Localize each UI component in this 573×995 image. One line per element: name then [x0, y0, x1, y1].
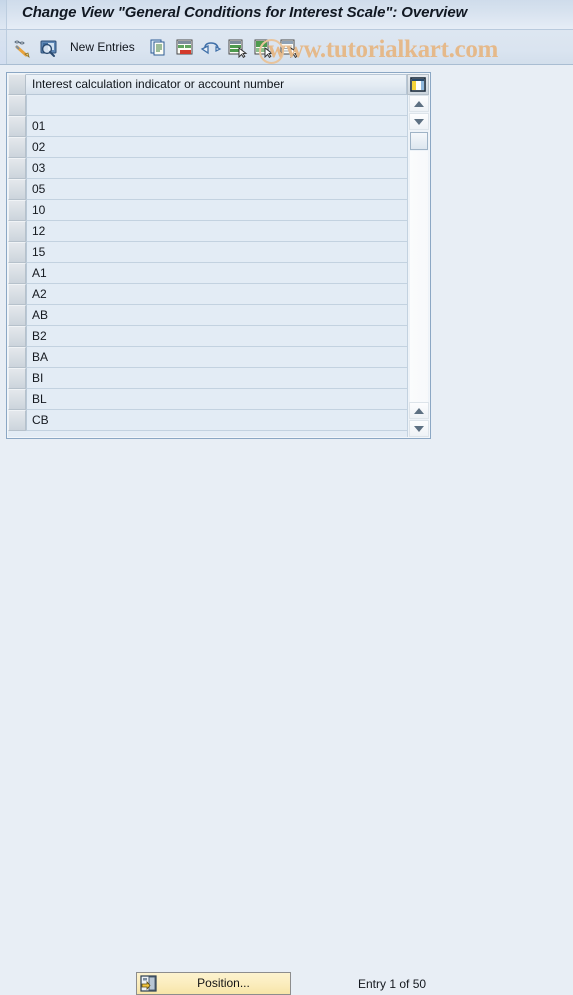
- select-block-icon[interactable]: [252, 37, 274, 59]
- table-row[interactable]: BI: [8, 368, 407, 389]
- interest-indicator-cell[interactable]: AB: [26, 305, 407, 326]
- position-button[interactable]: Position...: [136, 972, 291, 995]
- table-row[interactable]: 15: [8, 242, 407, 263]
- table-row[interactable]: 02: [8, 137, 407, 158]
- interest-indicator-cell[interactable]: 02: [26, 137, 407, 158]
- entry-status-text: Entry 1 of 50: [358, 977, 427, 991]
- interest-indicator-cell[interactable]: 10: [26, 200, 407, 221]
- footer-bar: Position... Entry 1 of 50: [0, 480, 573, 995]
- check-entries-icon[interactable]: [38, 37, 60, 58]
- scrollbar-thumb[interactable]: [410, 132, 428, 150]
- table-row[interactable]: A1: [8, 263, 407, 284]
- select-all-rows-button[interactable]: [8, 74, 26, 95]
- undo-icon[interactable]: [200, 37, 222, 58]
- row-select-button[interactable]: [8, 242, 26, 263]
- window-title-bar: Change View "General Conditions for Inte…: [0, 0, 573, 30]
- row-select-button[interactable]: [8, 389, 26, 410]
- row-select-button[interactable]: [8, 137, 26, 158]
- table-settings-icon[interactable]: [407, 74, 429, 95]
- row-select-button[interactable]: [8, 263, 26, 284]
- row-select-button[interactable]: [8, 221, 26, 242]
- copy-as-icon[interactable]: [148, 37, 170, 58]
- table-row[interactable]: B2: [8, 326, 407, 347]
- interest-indicator-cell[interactable]: BA: [26, 347, 407, 368]
- interest-indicator-cell[interactable]: CB: [26, 410, 407, 431]
- table-row[interactable]: 10: [8, 200, 407, 221]
- table-row[interactable]: 12: [8, 221, 407, 242]
- select-all-icon[interactable]: [226, 37, 248, 59]
- interest-indicator-cell[interactable]: B2: [26, 326, 407, 347]
- title-bar-left-edge: [0, 0, 7, 29]
- column-header-interest-indicator[interactable]: Interest calculation indicator or accoun…: [26, 74, 407, 95]
- interest-indicator-cell[interactable]: 01: [26, 116, 407, 137]
- row-select-button[interactable]: [8, 179, 26, 200]
- delete-icon[interactable]: [174, 37, 196, 58]
- row-select-button[interactable]: [8, 305, 26, 326]
- table-row[interactable]: [8, 95, 407, 116]
- table-row[interactable]: 03: [8, 158, 407, 179]
- row-select-button[interactable]: [8, 368, 26, 389]
- row-select-button[interactable]: [8, 284, 26, 305]
- row-select-button[interactable]: [8, 347, 26, 368]
- table-body: 01 02 03 05 10 12 15 A1 A2 AB B2 BA BI BL CB: [8, 95, 407, 431]
- deselect-all-icon[interactable]: [278, 37, 300, 59]
- display-change-icon[interactable]: [12, 37, 34, 58]
- interest-indicator-cell[interactable]: A1: [26, 263, 407, 284]
- table-row[interactable]: CB: [8, 410, 407, 431]
- row-select-button[interactable]: [8, 326, 26, 347]
- interest-indicator-cell[interactable]: 15: [26, 242, 407, 263]
- table-row[interactable]: A2: [8, 284, 407, 305]
- position-button-label: Position...: [197, 976, 250, 990]
- table-inner: Interest calculation indicator or accoun…: [8, 74, 429, 437]
- table-header-row: Interest calculation indicator or accoun…: [8, 74, 429, 95]
- scroll-down-icon[interactable]: [409, 420, 429, 437]
- table-row[interactable]: 05: [8, 179, 407, 200]
- interest-indicator-cell[interactable]: 12: [26, 221, 407, 242]
- table-row[interactable]: AB: [8, 305, 407, 326]
- interest-indicator-cell[interactable]: BL: [26, 389, 407, 410]
- table-row[interactable]: BA: [8, 347, 407, 368]
- scroll-up-icon[interactable]: [409, 95, 429, 112]
- toolbar-left-edge: [0, 30, 7, 64]
- interest-indicator-cell[interactable]: BI: [26, 368, 407, 389]
- table-row[interactable]: BL: [8, 389, 407, 410]
- row-select-button[interactable]: [8, 410, 26, 431]
- application-toolbar: New Entries: [0, 30, 573, 65]
- interest-indicator-cell[interactable]: [26, 95, 407, 116]
- interest-indicator-cell[interactable]: A2: [26, 284, 407, 305]
- row-select-button[interactable]: [8, 200, 26, 221]
- scroll-page-up-icon[interactable]: [409, 113, 429, 130]
- scroll-page-down-icon[interactable]: [409, 402, 429, 419]
- interest-indicator-cell[interactable]: 05: [26, 179, 407, 200]
- scrollbar-track[interactable]: [410, 151, 428, 402]
- row-select-button[interactable]: [8, 95, 26, 116]
- table-row[interactable]: 01: [8, 116, 407, 137]
- new-entries-button[interactable]: New Entries: [70, 40, 135, 54]
- page-title: Change View "General Conditions for Inte…: [22, 4, 468, 21]
- entries-table: Interest calculation indicator or accoun…: [6, 72, 431, 439]
- row-select-button[interactable]: [8, 158, 26, 179]
- vertical-scrollbar[interactable]: [407, 95, 429, 437]
- interest-indicator-cell[interactable]: 03: [26, 158, 407, 179]
- row-select-button[interactable]: [8, 116, 26, 137]
